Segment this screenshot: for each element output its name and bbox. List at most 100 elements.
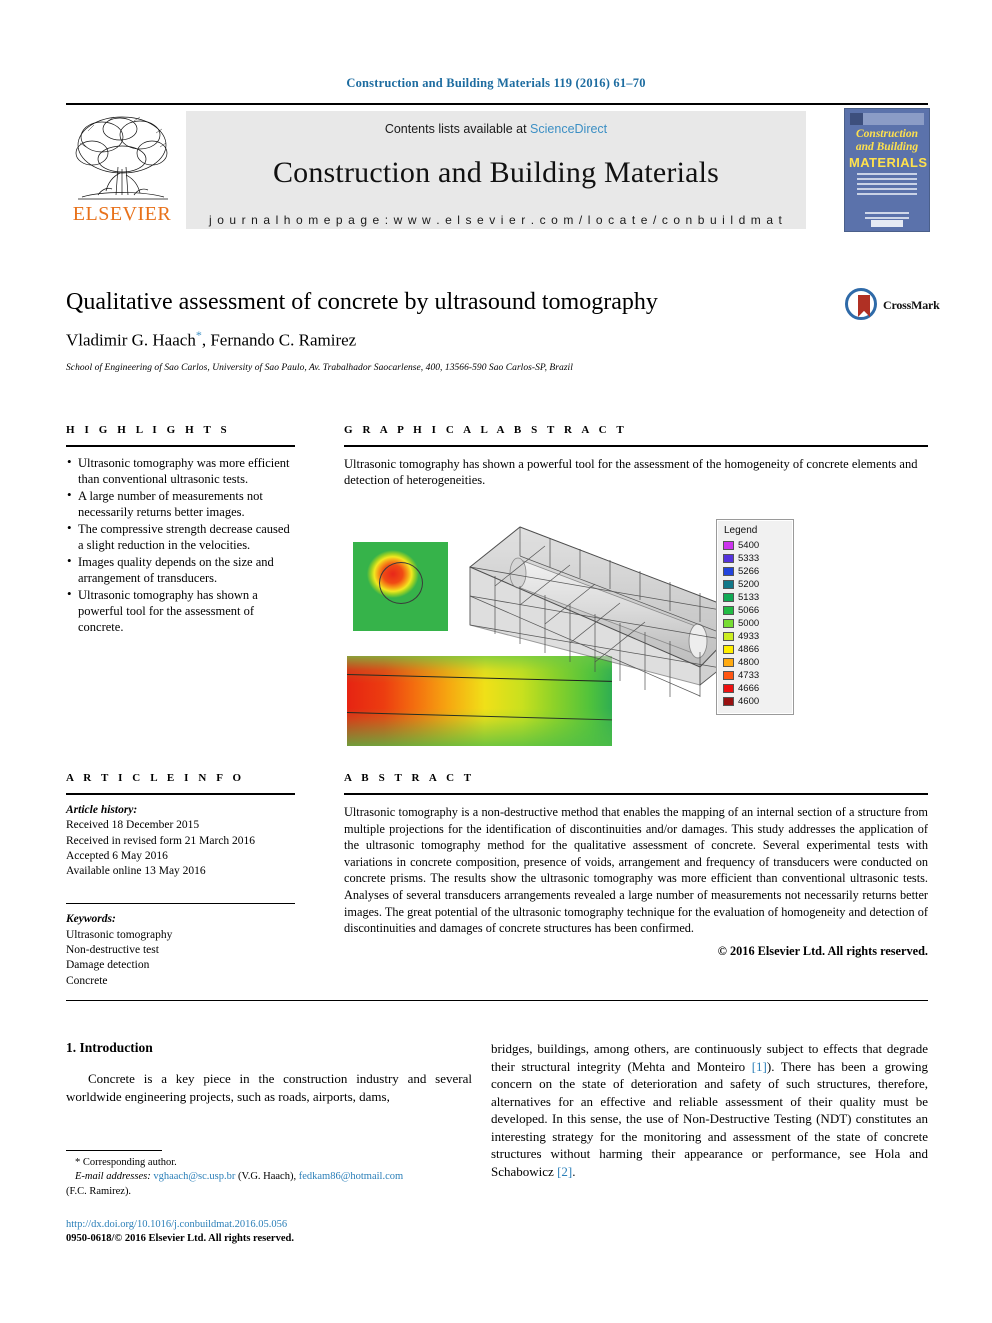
legend-item: 4600: [723, 695, 787, 708]
legend-swatch-icon: [723, 683, 734, 693]
graphical-abstract-figure: Legend 5400 5333 5266 5200 5133 5066 500…: [344, 499, 928, 757]
graphical-abstract-rule: [344, 445, 928, 447]
sciencedirect-link[interactable]: ScienceDirect: [530, 122, 607, 136]
abstract-section: A B S T R A C T Ultrasonic tomography is…: [344, 772, 928, 959]
legend-swatch-icon: [723, 605, 734, 615]
legend-swatch-icon: [723, 566, 734, 576]
abstract-text: Ultrasonic tomography is a non-destructi…: [344, 805, 928, 936]
crossmark-icon: [845, 288, 877, 320]
corresponding-author-note: * Corresponding author.: [75, 1157, 177, 1168]
graphical-abstract-section: G R A P H I C A L A B S T R A C T Ultras…: [344, 424, 928, 757]
list-item: A large number of measurements not neces…: [66, 487, 295, 520]
legend-item: 4733: [723, 669, 787, 682]
article-page: Construction and Building Materials 119 …: [0, 0, 992, 1323]
legend-value: 5066: [738, 604, 760, 616]
legend-value: 5400: [738, 539, 760, 551]
tomogram-cross-section: [353, 541, 448, 631]
abstract-heading: A B S T R A C T: [344, 772, 475, 784]
list-item: Ultrasonic tomography has shown a powerf…: [66, 586, 295, 635]
legend-swatch-icon: [723, 670, 734, 680]
history-item: Received 18 December 2015: [66, 819, 200, 832]
article-info-rule: [66, 793, 295, 795]
cover-publisher-badge: [871, 220, 903, 227]
legend-value: 4866: [738, 643, 760, 655]
legend-item: 5133: [723, 591, 787, 604]
legend-value: 5266: [738, 565, 760, 577]
email-link-1[interactable]: vghaach@sc.usp.br: [153, 1171, 235, 1182]
running-head: Construction and Building Materials 119 …: [346, 76, 646, 90]
cover-blurb-lines: [857, 173, 917, 198]
keyword-item: Ultrasonic tomography: [66, 928, 173, 941]
crossmark-ribbon-icon: [858, 295, 870, 317]
doi-link[interactable]: http://dx.doi.org/10.1016/j.conbuildmat.…: [66, 1219, 287, 1230]
legend-value: 4800: [738, 656, 760, 668]
legend-item: 5333: [723, 552, 787, 565]
footnote-separator-rule: [66, 1150, 162, 1151]
keywords-label: Keywords:: [66, 913, 116, 926]
legend-swatch-icon: [723, 592, 734, 602]
citation-ref-2[interactable]: [2]: [557, 1164, 572, 1179]
legend-value: 4666: [738, 682, 760, 694]
email-label: E-mail addresses:: [75, 1171, 151, 1183]
cover-title-line1: Construction: [856, 128, 918, 140]
legend-item: 5200: [723, 578, 787, 591]
email-link-2[interactable]: fedkam86@hotmail.com: [299, 1171, 403, 1182]
masthead-banner: Contents lists available at ScienceDirec…: [186, 111, 806, 229]
highlights-rule: [66, 445, 295, 447]
intro-text-end: .: [572, 1163, 576, 1179]
journal-homepage[interactable]: j o u r n a l h o m e p a g e : w w w . …: [186, 213, 806, 227]
abstract-copyright: © 2016 Elsevier Ltd. All rights reserved…: [717, 943, 928, 958]
section-heading-introduction: 1. Introduction: [66, 1040, 153, 1055]
introduction-column-left: 1. Introduction Concrete is a key piece …: [66, 1040, 472, 1105]
footnote-block: * Corresponding author. E-mail addresses…: [66, 1156, 486, 1199]
graphical-abstract-heading: G R A P H I C A L A B S T R A C T: [344, 424, 628, 436]
page-title: Qualitative assessment of concrete by ul…: [66, 289, 658, 315]
tomogram-legend: Legend 5400 5333 5266 5200 5133 5066 500…: [716, 518, 794, 715]
legend-value: 5200: [738, 578, 760, 590]
legend-item: 5266: [723, 565, 787, 578]
abstract-rule: [344, 793, 928, 795]
legend-swatch-icon: [723, 579, 734, 589]
masthead-top-rule: [66, 103, 928, 105]
legend-swatch-icon: [723, 657, 734, 667]
legend-value: 4733: [738, 669, 760, 681]
keywords-rule: [66, 903, 295, 905]
issn-copyright: 0950-0618/© 2016 Elsevier Ltd. All right…: [66, 1233, 294, 1244]
history-item: Available online 13 May 2016: [66, 865, 206, 878]
legend-item: 5400: [723, 539, 787, 552]
author-list: Vladimir G. Haach*, Fernando C. Ramirez: [66, 328, 766, 351]
elsevier-wordmark: ELSEVIER: [72, 203, 172, 225]
author-2: , Fernando C. Ramirez: [201, 330, 357, 350]
introduction-column-right: bridges, buildings, among others, are co…: [491, 1040, 928, 1180]
history-item: Accepted 6 May 2016: [66, 849, 168, 862]
elsevier-tree-icon: [75, 116, 168, 200]
legend-swatch-icon: [723, 618, 734, 628]
legend-item: 5000: [723, 617, 787, 630]
legend-swatch-icon: [723, 696, 734, 706]
list-item: The compressive strength decrease caused…: [66, 520, 295, 553]
legend-swatch-icon: [723, 540, 734, 550]
affiliation: School of Engineering of Sao Carlos, Uni…: [66, 363, 573, 373]
email-owner-1: (V.G. Haach),: [235, 1171, 299, 1183]
legend-value: 5133: [738, 591, 760, 603]
article-history-group: Article history: Received 18 December 20…: [66, 803, 295, 879]
cover-title-line2: and Building: [855, 141, 919, 153]
citation-ref-1[interactable]: [1]: [752, 1059, 767, 1074]
crossmark-badge[interactable]: CrossMark: [845, 288, 940, 322]
legend-item: 4866: [723, 643, 787, 656]
legend-value: 5000: [738, 617, 760, 629]
keyword-item: Concrete: [66, 974, 108, 987]
graphical-abstract-caption: Ultrasonic tomography has shown a powerf…: [344, 457, 918, 488]
article-info-section: A R T I C L E I N F O Article history: R…: [66, 772, 295, 989]
crossmark-label: CrossMark: [883, 298, 940, 312]
highlights-list: Ultrasonic tomography was more efficient…: [66, 454, 295, 635]
contents-prefix: Contents lists available at: [384, 122, 531, 136]
legend-swatch-icon: [723, 631, 734, 641]
article-info-heading: A R T I C L E I N F O: [66, 772, 245, 784]
legend-swatch-icon: [723, 553, 734, 563]
keyword-item: Non-destructive test: [66, 943, 159, 956]
legend-item: 4800: [723, 656, 787, 669]
contents-line: Contents lists available at ScienceDirec…: [186, 122, 806, 136]
keywords-group: Keywords: Ultrasonic tomography Non-dest…: [66, 912, 295, 988]
legend-value: 4600: [738, 695, 760, 707]
